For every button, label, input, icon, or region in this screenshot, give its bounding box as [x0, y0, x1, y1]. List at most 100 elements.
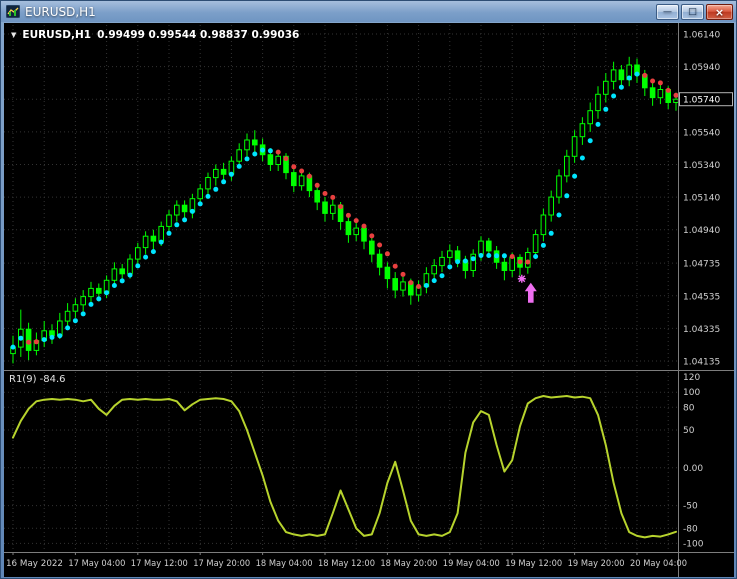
candle-body — [587, 110, 594, 125]
trend-dot-down — [657, 80, 663, 86]
trend-dot-down — [353, 218, 359, 224]
price-scale-label: 1.04735 — [683, 260, 720, 270]
time-label: 17 May 04:00 — [68, 559, 125, 569]
candle-body — [384, 266, 391, 280]
trend-dot-up — [540, 242, 546, 248]
time-label: 19 May 20:00 — [568, 559, 625, 569]
price-scale-label: 1.05340 — [683, 161, 720, 171]
candle-body — [657, 89, 664, 99]
time-label: 18 May 04:00 — [256, 559, 313, 569]
trend-dot-up — [135, 263, 141, 269]
price-scale-label: 1.05540 — [683, 128, 720, 138]
trend-dot-down — [525, 259, 531, 265]
candle-body — [291, 172, 297, 187]
candle-body — [135, 247, 141, 260]
candle-body — [220, 168, 227, 175]
trend-dot-up — [260, 147, 266, 153]
trend-dot-up — [572, 173, 578, 179]
trend-dot-up — [205, 193, 211, 199]
maximize-icon: □ — [688, 6, 697, 17]
candle-body — [610, 69, 617, 82]
candle-body — [314, 190, 320, 203]
trend-dot-up — [611, 93, 617, 99]
trend-dot-up — [470, 256, 476, 262]
price-scale[interactable]: 1.06140 1.05940 1.05740 1.05540 1.05340 1.051… — [679, 31, 733, 368]
candle-body — [298, 175, 305, 187]
chart-canvas[interactable]: 1.06140 1.05940 1.05740 1.05540 1.05340 1.051… — [4, 23, 734, 577]
maximize-button[interactable]: □ — [681, 4, 704, 20]
candle-body — [486, 240, 492, 252]
candle-body — [213, 168, 219, 179]
pane-separators — [4, 23, 734, 577]
trend-dot-up — [228, 171, 234, 177]
candle-body — [603, 80, 609, 95]
time-label: 19 May 12:00 — [505, 559, 562, 569]
candle-body — [111, 268, 118, 281]
trend-dot-up — [10, 344, 16, 350]
trend-dot-up — [104, 290, 110, 296]
time-label: 19 May 04:00 — [443, 559, 500, 569]
candle-body — [330, 204, 336, 214]
candle-body — [197, 188, 203, 200]
candle-body — [376, 253, 383, 268]
trend-dot-up — [119, 278, 125, 284]
trend-dot-up — [626, 75, 632, 81]
trend-dot-up — [213, 186, 219, 192]
indicator-scale-label: -100 — [683, 539, 704, 549]
candle-body — [64, 310, 71, 322]
candle-body — [127, 258, 133, 275]
trend-dot-up — [618, 84, 624, 90]
candle-body — [236, 149, 242, 162]
trend-dot-up — [197, 201, 203, 207]
trend-dot-up — [80, 311, 86, 317]
minimize-button[interactable]: — — [656, 4, 679, 20]
window-controls: — □ × — [656, 3, 733, 20]
time-label: 18 May 12:00 — [318, 559, 375, 569]
minimize-icon: — — [663, 6, 672, 17]
trend-dot-up — [439, 273, 445, 279]
trend-dot-up — [143, 254, 149, 260]
trend-dot-up — [267, 148, 273, 154]
indicator-label: R1(9) -84.6 — [9, 374, 66, 385]
candle-body — [447, 250, 453, 258]
candlesticks — [10, 56, 679, 364]
candle-body — [400, 281, 406, 291]
chart-app-icon — [5, 4, 21, 19]
candle-body — [595, 93, 601, 112]
trend-dot-up — [556, 212, 562, 218]
close-button[interactable]: × — [706, 4, 733, 20]
candle-body — [158, 225, 164, 242]
buy-signal-marker — [517, 274, 537, 303]
trend-dot-down — [306, 173, 312, 179]
trend-dot-up — [462, 258, 468, 264]
window-titlebar[interactable]: EURUSD,H1 — □ × — [1, 1, 736, 22]
trend-dot-up — [603, 106, 609, 112]
trend-dot-up — [174, 222, 180, 228]
trend-dot-up — [72, 318, 78, 324]
indicator-scale[interactable]: 120 100 80 50 0.00 -50 -80 -100 — [683, 373, 704, 549]
trend-dot-up — [548, 230, 554, 236]
trend-dot-up — [455, 259, 461, 265]
current-price-label: 1.05740 — [683, 96, 720, 106]
trend-dot-series — [10, 71, 679, 350]
trend-dot-up — [49, 334, 55, 340]
trend-dot-up — [96, 296, 102, 302]
chart-client-area: 1.06140 1.05940 1.05740 1.05540 1.05340 1.051… — [4, 23, 734, 577]
close-icon: × — [714, 5, 725, 19]
trend-dot-down — [275, 149, 281, 155]
candle-body — [431, 265, 437, 275]
trend-dot-up — [150, 249, 156, 255]
trend-dot-up — [634, 71, 640, 77]
trend-dot-down — [509, 254, 515, 259]
trend-dot-up — [244, 156, 250, 162]
trend-dot-down — [345, 212, 351, 218]
indicator-scale-label: 120 — [683, 373, 700, 383]
trend-dot-up — [65, 325, 71, 331]
candle-body — [252, 139, 258, 146]
time-scale[interactable]: 16 May 2022 17 May 04:00 17 May 12:00 17 Ma… — [6, 552, 687, 569]
oscillator-line — [12, 395, 677, 539]
time-label: 17 May 12:00 — [131, 559, 188, 569]
trend-dot-up — [158, 239, 164, 245]
candle-body — [267, 154, 274, 165]
candle-body — [119, 268, 126, 275]
